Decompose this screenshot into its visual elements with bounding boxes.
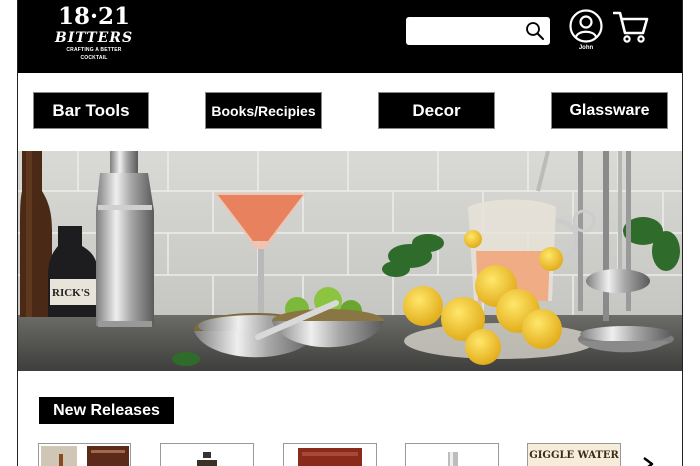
product-title: GIGGLE WATER xyxy=(529,450,619,461)
product-card[interactable]: GIGGLE WATER xyxy=(527,443,621,466)
new-releases-heading: New Releases xyxy=(39,397,174,424)
product-image xyxy=(39,444,130,466)
search-icon[interactable] xyxy=(525,21,545,41)
hero-banner[interactable]: RICK'S xyxy=(18,151,682,371)
product-card[interactable] xyxy=(160,443,254,466)
hero-image: RICK'S xyxy=(18,151,682,371)
search-input[interactable] xyxy=(412,21,522,41)
logo-tagline: CRAFTING A BETTER COCKTAIL xyxy=(66,47,122,61)
product-card[interactable] xyxy=(405,443,499,466)
product-card[interactable] xyxy=(38,443,131,466)
logo-number: 18·21 xyxy=(57,3,131,30)
nav-books-recipes-button[interactable]: Books/Recipies xyxy=(205,92,322,129)
user-icon xyxy=(569,9,603,43)
product-image xyxy=(406,444,498,466)
product-card[interactable] xyxy=(283,443,377,466)
bottle-label: RICK'S xyxy=(52,287,90,299)
product-image xyxy=(284,444,376,466)
site-logo[interactable]: 18·21 BITTERS CRAFTING A BETTER COCKTAIL xyxy=(54,4,134,64)
account-button[interactable]: John xyxy=(569,9,603,53)
cart-icon[interactable] xyxy=(613,10,649,44)
logo-name: BITTERS xyxy=(54,30,134,46)
chevron-right-icon[interactable] xyxy=(640,456,656,466)
product-image xyxy=(161,444,253,466)
nav-bar-tools-button[interactable]: Bar Tools xyxy=(33,92,149,129)
account-username: John xyxy=(578,45,594,51)
nav-decor-button[interactable]: Decor xyxy=(378,92,495,129)
page-frame: 18·21 BITTERS CRAFTING A BETTER COCKTAIL… xyxy=(17,0,683,466)
nav-glassware-button[interactable]: Glassware xyxy=(551,92,668,129)
site-header: 18·21 BITTERS CRAFTING A BETTER COCKTAIL… xyxy=(18,0,682,73)
search-box xyxy=(406,17,550,45)
